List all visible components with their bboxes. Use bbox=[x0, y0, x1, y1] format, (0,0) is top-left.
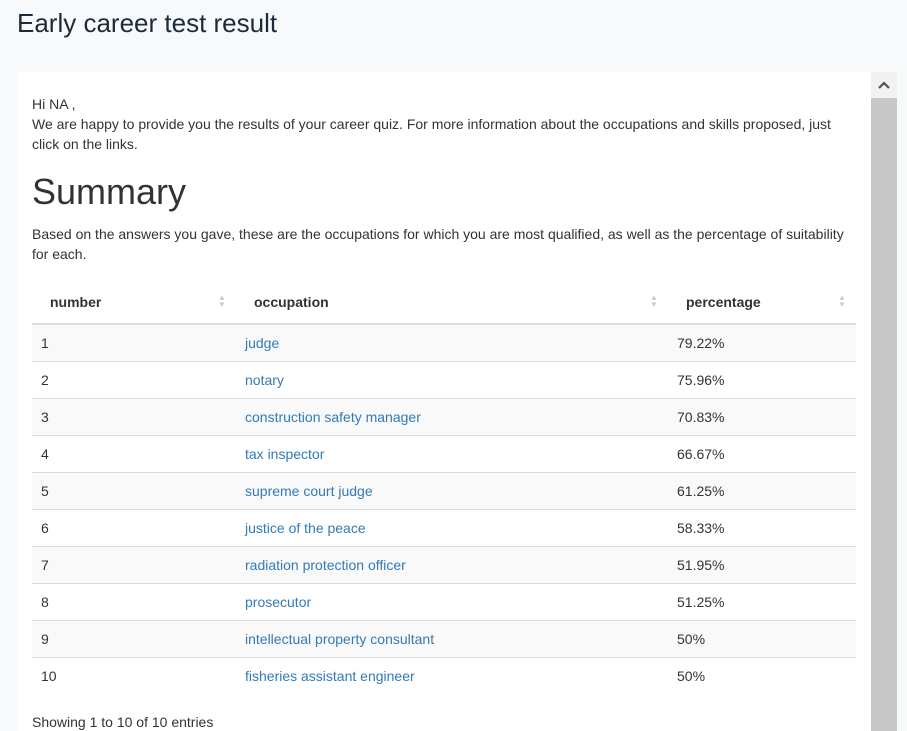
table-body: 1 judge 79.22% 2 notary 75.96% 3 construction s… bbox=[32, 324, 856, 694]
table-row: 5 supreme court judge 61.25% bbox=[32, 472, 856, 510]
occupations-table: number ▲ ▼ occupation ▲ ▼ percentage ▲ ▼ 1 j… bbox=[32, 280, 856, 694]
cell-occupation: radiation protection officer bbox=[236, 546, 668, 584]
table-row: 6 justice of the peace 58.33% bbox=[32, 509, 856, 547]
cell-number: 8 bbox=[32, 583, 236, 621]
vertical-scrollbar[interactable] bbox=[871, 72, 897, 731]
sort-both-icon: ▲ ▼ bbox=[218, 293, 226, 309]
column-header-occupation[interactable]: occupation ▲ ▼ bbox=[236, 280, 668, 325]
cell-percentage: 58.33% bbox=[668, 509, 856, 547]
cell-occupation: supreme court judge bbox=[236, 472, 668, 510]
table-row: 9 intellectual property consultant 50% bbox=[32, 620, 856, 658]
table-row: 8 prosecutor 51.25% bbox=[32, 583, 856, 621]
occupation-link[interactable]: radiation protection officer bbox=[245, 557, 406, 573]
cell-number: 6 bbox=[32, 509, 236, 547]
cell-number: 7 bbox=[32, 546, 236, 584]
chevron-up-icon bbox=[878, 81, 890, 89]
occupation-link[interactable]: prosecutor bbox=[245, 594, 311, 610]
cell-occupation: justice of the peace bbox=[236, 509, 668, 547]
table-row: 4 tax inspector 66.67% bbox=[32, 435, 856, 473]
occupation-link[interactable]: notary bbox=[245, 372, 284, 388]
column-header-label: percentage bbox=[686, 293, 761, 310]
cell-number: 9 bbox=[32, 620, 236, 658]
scroll-up-button[interactable] bbox=[871, 72, 897, 98]
sort-both-icon: ▲ ▼ bbox=[838, 293, 846, 309]
column-header-label: occupation bbox=[254, 293, 329, 310]
occupation-link[interactable]: justice of the peace bbox=[245, 520, 366, 536]
cell-percentage: 51.25% bbox=[668, 583, 856, 621]
table-info: Showing 1 to 10 of 10 entries bbox=[32, 714, 214, 730]
cell-number: 5 bbox=[32, 472, 236, 510]
cell-percentage: 51.95% bbox=[668, 546, 856, 584]
occupation-link[interactable]: fisheries assistant engineer bbox=[245, 668, 415, 684]
cell-number: 3 bbox=[32, 398, 236, 436]
occupation-link[interactable]: construction safety manager bbox=[245, 409, 421, 425]
cell-occupation: construction safety manager bbox=[236, 398, 668, 436]
cell-occupation: judge bbox=[236, 324, 668, 362]
column-header-number[interactable]: number ▲ ▼ bbox=[32, 280, 236, 325]
cell-percentage: 50% bbox=[668, 620, 856, 658]
results-panel: Hi NA , We are happy to provide you the … bbox=[17, 72, 871, 731]
cell-number: 1 bbox=[41, 335, 49, 351]
table-row: 2 notary 75.96% bbox=[32, 361, 856, 399]
column-header-percentage[interactable]: percentage ▲ ▼ bbox=[668, 280, 856, 325]
summary-heading: Summary bbox=[32, 171, 187, 212]
cell-occupation: fisheries assistant engineer bbox=[236, 657, 668, 694]
table-header-row: number ▲ ▼ occupation ▲ ▼ percentage ▲ ▼ bbox=[32, 280, 856, 325]
occupation-link[interactable]: tax inspector bbox=[245, 446, 324, 462]
cell-occupation: prosecutor bbox=[236, 583, 668, 621]
cell-percentage: 70.83% bbox=[668, 398, 856, 436]
sort-both-icon: ▲ ▼ bbox=[650, 293, 658, 309]
cell-occupation: tax inspector bbox=[236, 435, 668, 473]
summary-description: Based on the answers you gave, these are… bbox=[32, 226, 844, 262]
occupation-link[interactable]: judge bbox=[245, 335, 279, 351]
cell-occupation: intellectual property consultant bbox=[236, 620, 668, 658]
page-title: Early career test result bbox=[17, 8, 278, 38]
cell-occupation: notary bbox=[236, 361, 668, 399]
table-row: 10 fisheries assistant engineer 50% bbox=[32, 657, 856, 694]
cell-number: 10 bbox=[32, 657, 236, 694]
cell-percentage: 50% bbox=[668, 657, 856, 694]
results-content: Hi NA , We are happy to provide you the … bbox=[32, 94, 856, 731]
cell-percentage: 66.67% bbox=[668, 435, 856, 473]
cell-percentage: 61.25% bbox=[668, 472, 856, 510]
table-row: 7 radiation protection officer 51.95% bbox=[32, 546, 856, 584]
table-row: 1 judge 79.22% bbox=[32, 324, 856, 362]
cell-number: 4 bbox=[32, 435, 236, 473]
scrollbar-thumb[interactable] bbox=[871, 98, 897, 731]
occupation-link[interactable]: supreme court judge bbox=[245, 483, 373, 499]
greeting-text: Hi NA , bbox=[32, 96, 76, 112]
cell-percentage: 79.22% bbox=[677, 335, 725, 351]
occupation-link[interactable]: intellectual property consultant bbox=[245, 631, 434, 647]
intro-text: We are happy to provide you the results … bbox=[32, 116, 831, 152]
cell-number: 2 bbox=[32, 361, 236, 399]
table-row: 3 construction safety manager 70.83% bbox=[32, 398, 856, 436]
cell-percentage: 75.96% bbox=[668, 361, 856, 399]
column-header-label: number bbox=[50, 293, 102, 310]
